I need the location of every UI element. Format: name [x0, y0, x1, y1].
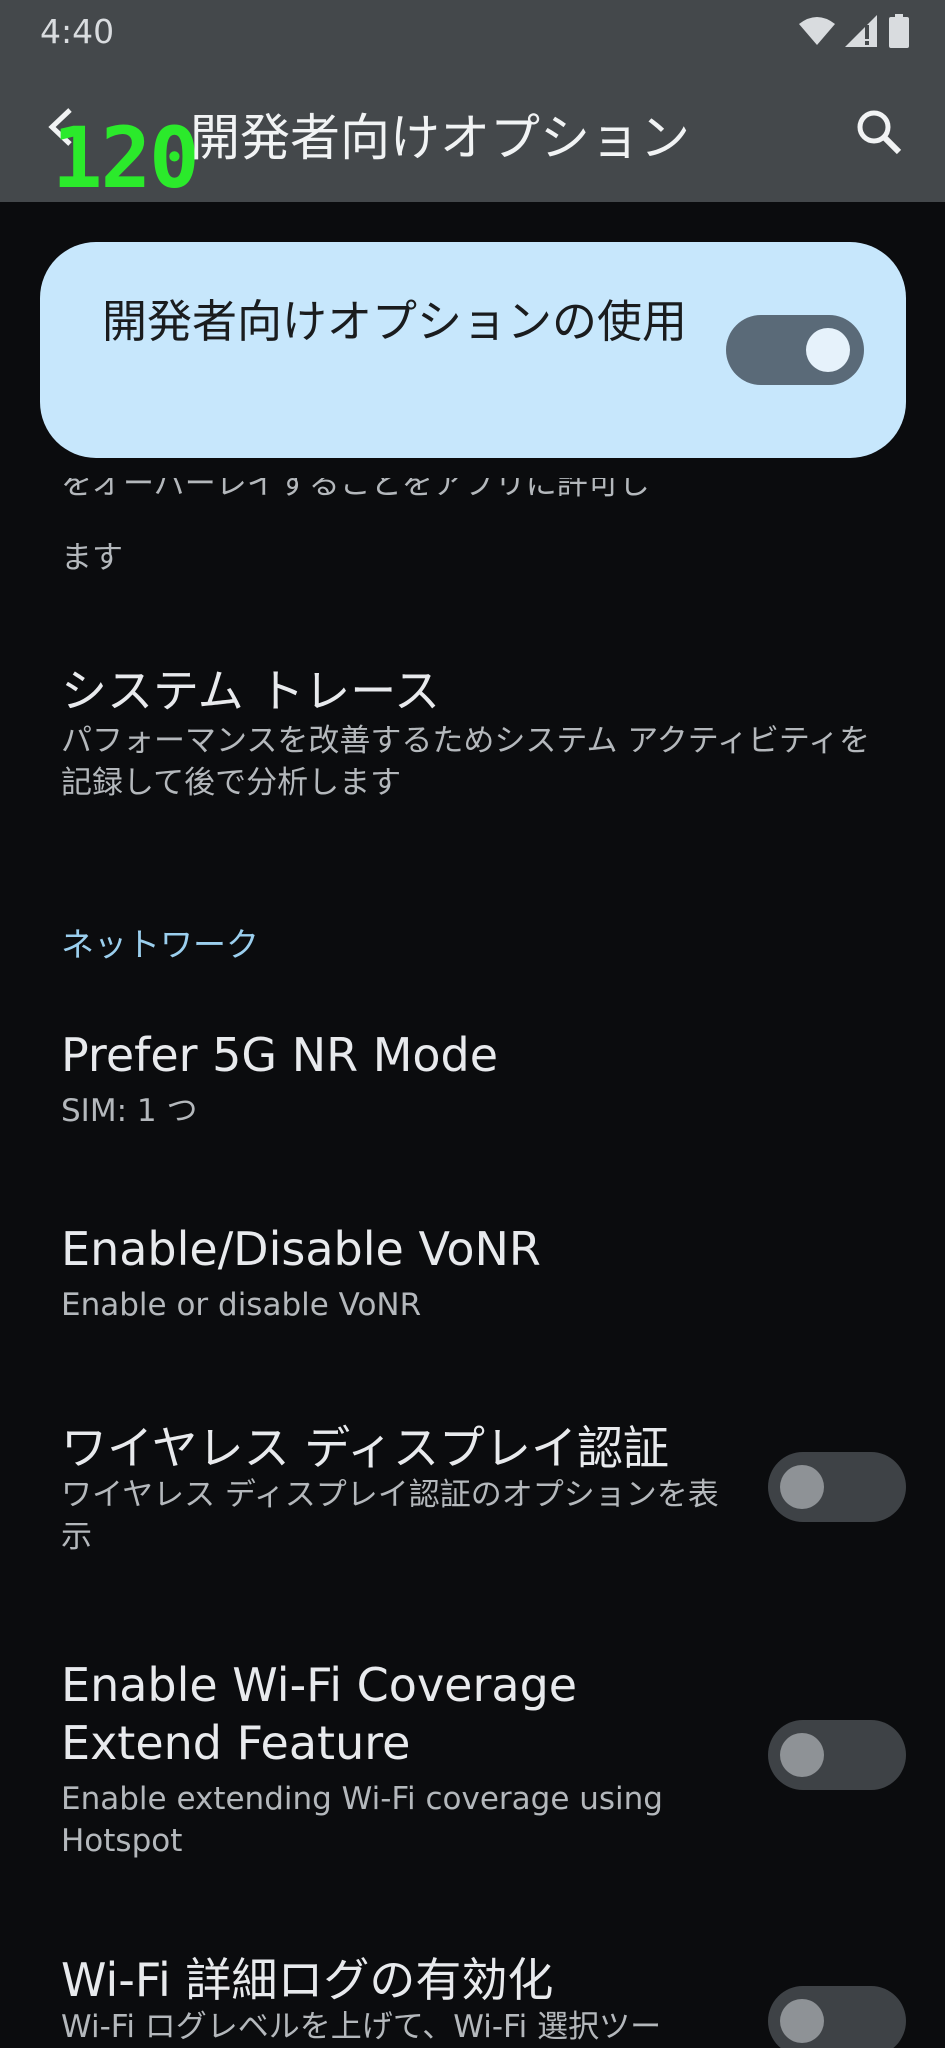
status-icons	[799, 14, 909, 48]
section-header-network: ネットワーク	[61, 925, 259, 964]
item-subtitle: SIM: 1 つ	[61, 1093, 198, 1129]
wireless-display-toggle[interactable]	[768, 1452, 906, 1522]
item-subtitle: Enable extending Wi-Fi coverage using Ho…	[61, 1781, 663, 1859]
fps-counter: 120	[52, 109, 200, 207]
partial-subtitle-line: をオーバーレイすることをアプリに許可し	[61, 478, 650, 502]
battery-icon	[889, 14, 909, 48]
wifi-verbose-logging-toggle[interactable]	[768, 1986, 906, 2048]
item-subtitle: Wi-Fi ログレベルを上げて、Wi-Fi 選択ツー	[61, 2009, 662, 2045]
toggle-knob	[780, 1465, 824, 1509]
app-bar: 4:40 120 開発者向けオプション	[0, 0, 945, 202]
wifi-icon	[799, 17, 835, 45]
toggle-knob	[806, 328, 850, 372]
master-toggle-card[interactable]: 開発者向けオプションの使用	[40, 242, 906, 458]
status-time: 4:40	[40, 12, 115, 51]
item-title: システム トレース	[61, 664, 440, 718]
page-title: 開発者向けオプション	[190, 109, 690, 167]
wifi-coverage-toggle[interactable]	[768, 1720, 906, 1790]
item-subtitle: ワイヤレス ディスプレイ認証のオプションを表示	[61, 1477, 719, 1555]
item-title: ワイヤレス ディスプレイ認証	[61, 1421, 670, 1475]
item-title: Wi-Fi 詳細ログの有効化	[61, 1953, 554, 2007]
item-title: Enable/Disable VoNR	[61, 1222, 541, 1276]
item-subtitle: パフォーマンスを改善するためシステム アクティビティを記録して後で分析します	[61, 723, 871, 801]
search-icon[interactable]	[853, 106, 905, 158]
screen: 4:40 120 開発者向けオプション 開発者向けオプションの使用 をオーバーレ…	[0, 0, 945, 2048]
item-title: Enable Wi-Fi Coverage Extend Feature	[61, 1658, 578, 1770]
master-toggle-label: 開発者向けオプションの使用	[102, 295, 688, 348]
item-title: Prefer 5G NR Mode	[61, 1028, 499, 1082]
partial-item-subtitle-end: ます	[61, 540, 123, 576]
partial-item-subtitle: をオーバーレイすることをアプリに許可し	[61, 478, 781, 526]
item-subtitle: Enable or disable VoNR	[61, 1287, 422, 1323]
toggle-knob	[780, 1999, 824, 2043]
toggle-knob	[780, 1733, 824, 1777]
signal-icon	[845, 15, 877, 47]
master-toggle-switch[interactable]	[726, 315, 864, 385]
